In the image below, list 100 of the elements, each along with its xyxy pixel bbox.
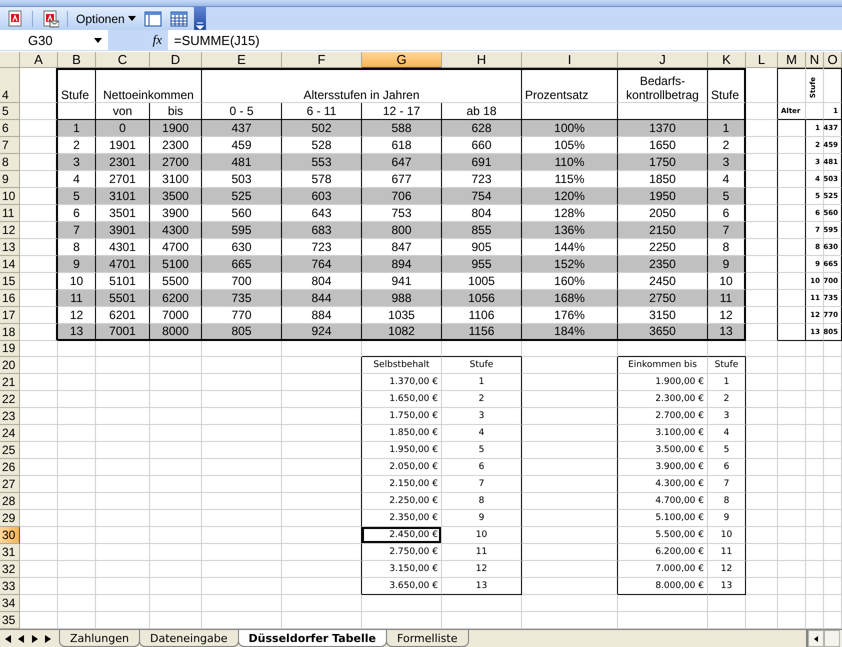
- function-label[interactable]: fx: [152, 32, 162, 48]
- table-cell: 3150: [618, 306, 708, 324]
- table-cell: 144%: [522, 238, 618, 256]
- column-header[interactable]: F: [282, 52, 362, 68]
- table-cell: 9: [58, 256, 96, 273]
- table-cell: 8.000,00 €: [618, 578, 708, 596]
- row-header[interactable]: 28: [0, 493, 20, 510]
- sheet-tab[interactable]: Düsseldorfer Tabelle: [238, 630, 388, 647]
- row-header[interactable]: 25: [0, 442, 20, 460]
- table-cell: 2.050,00 €: [362, 459, 442, 476]
- row-header[interactable]: 11: [0, 204, 20, 222]
- row-header[interactable]: 29: [0, 510, 20, 528]
- table-cell: 525: [202, 188, 282, 205]
- scroll-left-button[interactable]: [808, 630, 824, 647]
- row-header[interactable]: 27: [0, 476, 20, 494]
- name-box[interactable]: G30: [0, 30, 88, 50]
- row-header[interactable]: 21: [0, 374, 20, 392]
- sheet-tab[interactable]: Formelliste: [386, 630, 468, 647]
- row-header[interactable]: 17: [0, 306, 20, 324]
- row-header[interactable]: 26: [0, 459, 20, 476]
- row-header[interactable]: 18: [0, 324, 20, 340]
- column-header[interactable]: L: [746, 52, 778, 68]
- row-header[interactable]: 6: [0, 120, 20, 137]
- first-icon: [3, 634, 11, 642]
- row-header[interactable]: 19: [0, 340, 20, 358]
- column-header[interactable]: M: [778, 52, 806, 68]
- table-cell: 13: [708, 324, 746, 340]
- table-cell: 6: [708, 204, 746, 222]
- row-header[interactable]: 16: [0, 290, 20, 307]
- row-header[interactable]: 5: [0, 102, 20, 120]
- row-header[interactable]: 8: [0, 154, 20, 171]
- column-header[interactable]: O: [824, 52, 842, 68]
- row-header[interactable]: 10: [0, 188, 20, 205]
- scroll-left-icon: [812, 634, 820, 642]
- table-cell: 6: [442, 459, 522, 476]
- row-header[interactable]: 12: [0, 222, 20, 239]
- table-cell: 9: [442, 510, 522, 528]
- toolbar-overflow-button[interactable]: [194, 7, 206, 30]
- row-header[interactable]: 9: [0, 170, 20, 188]
- column-header[interactable]: H: [442, 52, 522, 68]
- column-header[interactable]: A: [20, 52, 58, 68]
- row-header[interactable]: 31: [0, 544, 20, 562]
- row-header[interactable]: 30: [0, 527, 20, 544]
- table-cell: 770: [202, 306, 282, 324]
- column-header[interactable]: C: [96, 52, 150, 68]
- row-header[interactable]: 23: [0, 408, 20, 426]
- grid-button[interactable]: [168, 8, 190, 28]
- table-cell: 1156: [442, 324, 522, 340]
- table-cell: 1082: [362, 324, 442, 340]
- scroll-thumb[interactable]: [824, 630, 840, 647]
- table-cell: 4701: [96, 256, 150, 273]
- table-cell: 804: [282, 272, 362, 290]
- table-cell: 7: [58, 222, 96, 239]
- dropdown-arrow-icon: [128, 16, 136, 21]
- column-header[interactable]: E: [202, 52, 282, 68]
- column-header[interactable]: D: [150, 52, 202, 68]
- column-header[interactable]: G: [362, 52, 442, 68]
- table-cell: 2: [708, 136, 746, 154]
- table-cell: 7.000,00 €: [618, 561, 708, 578]
- sheet-tab[interactable]: Zahlungen: [59, 630, 140, 647]
- column-header[interactable]: N: [806, 52, 824, 68]
- table-cell: 120%: [522, 188, 618, 205]
- column-header[interactable]: J: [618, 52, 708, 68]
- column-header[interactable]: B: [58, 52, 96, 68]
- table-cell: 11: [442, 544, 522, 562]
- table-cell: 753: [362, 204, 442, 222]
- table-cell: 630: [202, 238, 282, 256]
- row-header[interactable]: 34: [0, 595, 20, 612]
- table-cell: Selbstbehalt: [362, 357, 442, 374]
- row-header[interactable]: 24: [0, 425, 20, 442]
- table-cell: 5.500,00 €: [618, 527, 708, 544]
- table-cell: 4300: [150, 222, 202, 239]
- row-header[interactable]: 32: [0, 561, 20, 578]
- frame-button[interactable]: [142, 8, 164, 28]
- table-cell: 855: [442, 222, 522, 239]
- row-header[interactable]: 4: [0, 68, 20, 103]
- table-cell: 2350: [618, 256, 708, 273]
- table-cell: 10: [708, 272, 746, 290]
- column-header[interactable]: K: [708, 52, 746, 68]
- row-header[interactable]: 20: [0, 357, 20, 374]
- row-header[interactable]: 13: [0, 238, 20, 256]
- table-cell: 847: [362, 238, 442, 256]
- table-cell: 1750: [618, 154, 708, 171]
- table-cell: 578: [282, 170, 362, 188]
- table-cell: 588: [362, 120, 442, 137]
- table-cell: 136%: [522, 222, 618, 239]
- column-header[interactable]: I: [522, 52, 618, 68]
- row-header[interactable]: 22: [0, 391, 20, 408]
- table-cell[interactable]: 2.450,00 €: [362, 527, 442, 544]
- table-cell: 1.850,00 €: [362, 425, 442, 442]
- formula-field[interactable]: =SUMME(J15): [168, 30, 260, 50]
- row-header[interactable]: 7: [0, 136, 20, 154]
- row-header[interactable]: 35: [0, 612, 20, 629]
- table-cell: 844: [282, 290, 362, 307]
- row-header[interactable]: 14: [0, 256, 20, 273]
- row-header[interactable]: 33: [0, 578, 20, 596]
- table-cell: 105%: [522, 136, 618, 154]
- table-cell: 805: [202, 324, 282, 340]
- row-header[interactable]: 15: [0, 272, 20, 290]
- table-cell: 7: [708, 222, 746, 239]
